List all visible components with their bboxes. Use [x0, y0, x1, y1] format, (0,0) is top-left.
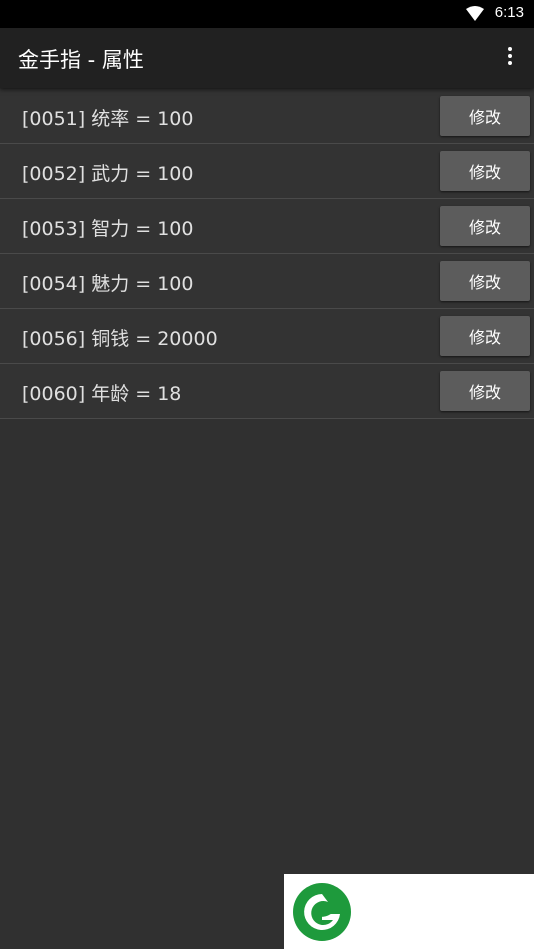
list-item: [0056] 铜钱 = 20000 修改 — [0, 309, 534, 364]
edit-button[interactable]: 修改 — [440, 206, 530, 246]
edit-button[interactable]: 修改 — [440, 96, 530, 136]
attribute-label: [0053] 智力 = 100 — [22, 218, 194, 240]
list-item: [0054] 魅力 = 100 修改 — [0, 254, 534, 309]
attribute-label: [0060] 年龄 = 18 — [22, 383, 182, 405]
status-time: 6:13 — [494, 4, 524, 21]
watermark-logo — [284, 874, 534, 949]
list-item: [0060] 年龄 = 18 修改 — [0, 364, 534, 419]
attribute-label: [0056] 铜钱 = 20000 — [22, 328, 218, 350]
attribute-label: [0052] 武力 = 100 — [22, 163, 194, 185]
wifi-icon — [466, 6, 484, 21]
list-item: [0051] 统率 = 100 修改 — [0, 89, 534, 144]
page-title: 金手指 - 属性 — [18, 48, 144, 72]
attribute-list: [0051] 统率 = 100 修改 [0052] 武力 = 100 修改 [0… — [0, 89, 534, 419]
overflow-menu-icon[interactable] — [500, 47, 520, 69]
list-item: [0053] 智力 = 100 修改 — [0, 199, 534, 254]
list-item: [0052] 武力 = 100 修改 — [0, 144, 534, 199]
edit-button[interactable]: 修改 — [440, 316, 530, 356]
edit-button[interactable]: 修改 — [440, 151, 530, 191]
attribute-label: [0054] 魅力 = 100 — [22, 273, 194, 295]
edit-button[interactable]: 修改 — [440, 261, 530, 301]
edit-button[interactable]: 修改 — [440, 371, 530, 411]
status-bar: 6:13 — [0, 0, 534, 28]
leaf-logo-icon — [293, 883, 351, 941]
app-bar: 金手指 - 属性 — [0, 28, 534, 88]
attribute-label: [0051] 统率 = 100 — [22, 108, 194, 130]
